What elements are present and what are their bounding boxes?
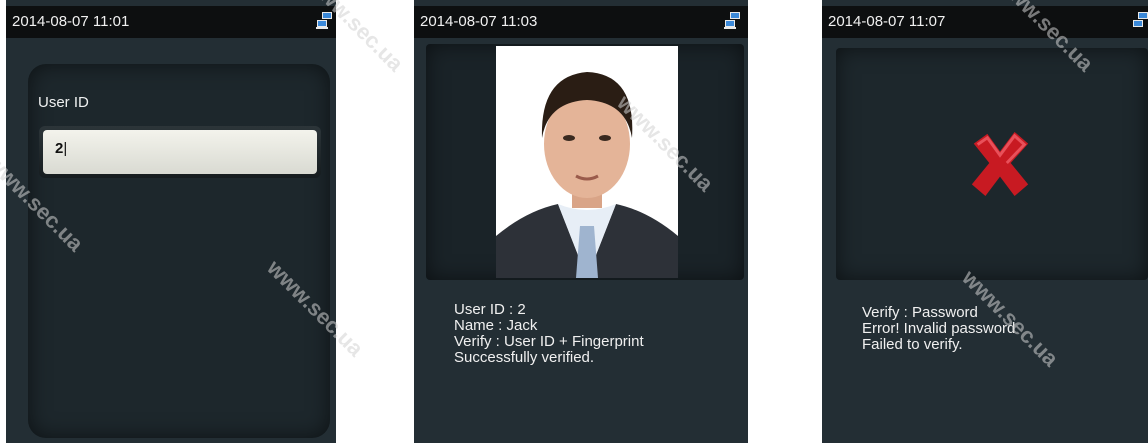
- info-line: Name : Jack: [454, 317, 538, 334]
- network-icon: [1133, 12, 1148, 27]
- screen-verify-failed: 2014-08-07 11:07 Verify : Password Error…: [822, 0, 1148, 443]
- datetime: 2014-08-07 11:03: [420, 13, 538, 30]
- info-line: Verify : User ID + Fingerprint: [454, 333, 644, 350]
- status-bar: 2014-08-07 11:03: [414, 6, 748, 38]
- datetime: 2014-08-07 11:01: [12, 13, 130, 30]
- datetime: 2014-08-07 11:07: [828, 13, 946, 30]
- info-line: Error! Invalid password: [862, 320, 1016, 337]
- user-id-field[interactable]: 2|: [39, 126, 321, 178]
- screen-verify-success: 2014-08-07 11:03 User ID : 2 Name : Jack…: [414, 0, 748, 443]
- user-id-label: User ID: [38, 94, 89, 111]
- user-photo: [496, 46, 678, 278]
- network-icon: [724, 12, 740, 29]
- status-bar: 2014-08-07 11:07: [822, 6, 1148, 38]
- status-bar: 2014-08-07 11:01: [6, 6, 336, 38]
- verify-result-text: User ID : 2 Name : Jack Verify : User ID…: [454, 302, 644, 366]
- user-id-value[interactable]: 2|: [43, 130, 317, 174]
- info-line: Failed to verify.: [862, 336, 963, 353]
- info-line: User ID : 2: [454, 301, 526, 318]
- info-line: Successfully verified.: [454, 349, 595, 366]
- error-icon: [971, 131, 1029, 197]
